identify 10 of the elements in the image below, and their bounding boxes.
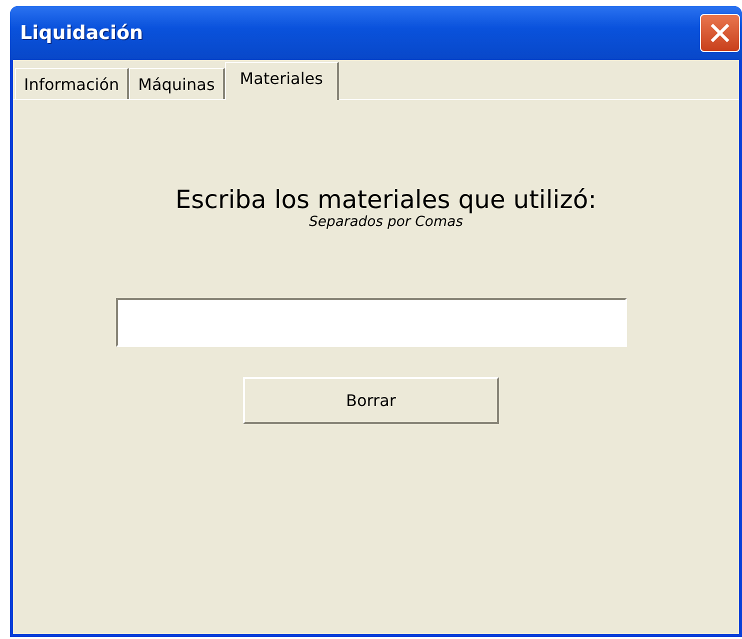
subheading: Separados por Comas xyxy=(308,214,463,230)
tab[interactable]: Información xyxy=(15,68,130,99)
close-button[interactable] xyxy=(700,14,740,52)
close-icon xyxy=(709,22,731,44)
heading: Escriba los materiales que utilizó: xyxy=(175,185,597,214)
input-field[interactable] xyxy=(116,298,626,347)
window-title: Liquidación xyxy=(19,22,144,44)
clear-button[interactable]: Borrar xyxy=(243,377,499,424)
tab[interactable]: Materiales xyxy=(224,62,339,100)
tab[interactable]: Máquinas xyxy=(129,68,225,99)
